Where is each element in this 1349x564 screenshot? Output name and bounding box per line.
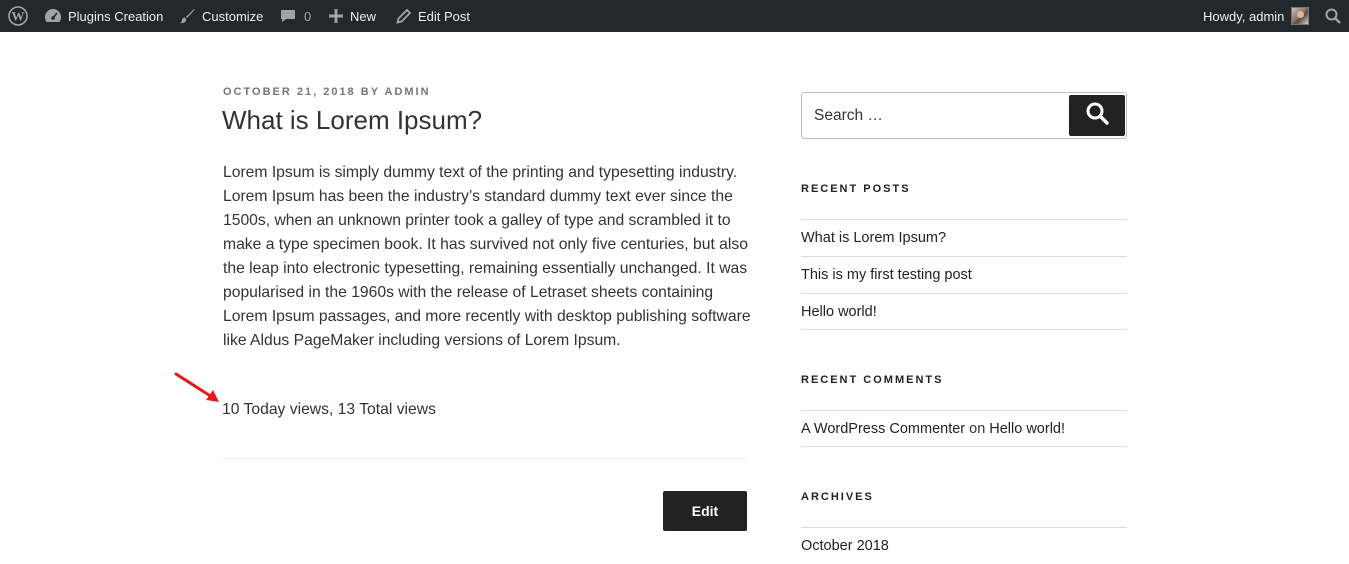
my-account-menu[interactable]: Howdy, admin <box>1203 0 1310 32</box>
archive-link[interactable]: October 2018 <box>801 527 1127 564</box>
new-content-menu[interactable]: New <box>329 0 376 32</box>
post-views-count: 10 Today views, 13 Total views <box>222 401 436 418</box>
svg-text:W: W <box>12 9 25 24</box>
recent-comments-title: Recent Comments <box>801 374 944 386</box>
new-label: New <box>350 8 377 24</box>
admin-search-button[interactable] <box>1325 0 1341 32</box>
post-body: Lorem Ipsum is simply dummy text of the … <box>223 164 751 349</box>
archives-list: October 2018 <box>801 527 1127 564</box>
edit-post-link[interactable]: Edit Post <box>396 0 470 32</box>
comment-bubble-icon <box>280 8 296 24</box>
post-meta: October 21, 2018 by admin <box>223 86 431 98</box>
post-date-link[interactable]: October 21, 2018 <box>223 86 356 98</box>
site-name-label: Plugins Creation <box>68 8 164 24</box>
recent-post-link[interactable]: Hello world! <box>801 293 1127 330</box>
comments-link[interactable]: 0 <box>280 0 311 32</box>
search-input[interactable] <box>802 93 1068 138</box>
comments-count: 0 <box>304 8 312 24</box>
edit-button[interactable]: Edit <box>663 491 747 531</box>
site-name-menu[interactable]: Plugins Creation <box>44 0 163 32</box>
recent-comments-list: A WordPress Commenter on Hello world! <box>801 410 1127 447</box>
search-submit-button[interactable] <box>1069 95 1125 136</box>
recent-posts-title: Recent Posts <box>801 183 911 195</box>
post-title: What is Lorem Ipsum? <box>222 105 483 135</box>
avatar <box>1291 7 1310 25</box>
recent-post-link[interactable]: What is Lorem Ipsum? <box>801 219 1127 256</box>
wordpress-logo-icon: W <box>8 6 28 26</box>
red-arrow-annotation <box>174 372 219 402</box>
comment-on-label: on <box>969 420 986 437</box>
recent-post-link[interactable]: This is my first testing post <box>801 256 1127 293</box>
post-divider <box>223 458 747 459</box>
archives-title: Archives <box>801 491 874 503</box>
wordpress-logo-button[interactable]: W <box>8 0 36 32</box>
recent-comment-item: A WordPress Commenter on Hello world! <box>801 410 1127 447</box>
comment-post-link[interactable]: Hello world! <box>989 421 1065 437</box>
plus-icon <box>329 9 343 23</box>
post-by-label: by <box>360 86 380 98</box>
howdy-label: Howdy, admin <box>1203 8 1285 24</box>
edit-post-label: Edit Post <box>418 8 471 24</box>
post-author-link[interactable]: admin <box>385 86 431 98</box>
recent-posts-list: What is Lorem Ipsum? This is my first te… <box>801 219 1127 330</box>
admin-bar: W Plugins Creation Customize 0 New Edit … <box>0 0 1349 32</box>
customize-label: Customize <box>202 8 264 24</box>
dashboard-icon <box>44 8 62 24</box>
search-form <box>801 92 1127 139</box>
search-icon <box>1085 101 1109 130</box>
search-icon <box>1325 8 1341 24</box>
paintbrush-icon <box>179 8 195 24</box>
comment-author-link[interactable]: A WordPress Commenter <box>801 421 965 437</box>
customize-link[interactable]: Customize <box>179 0 263 32</box>
pencil-icon <box>396 8 411 24</box>
